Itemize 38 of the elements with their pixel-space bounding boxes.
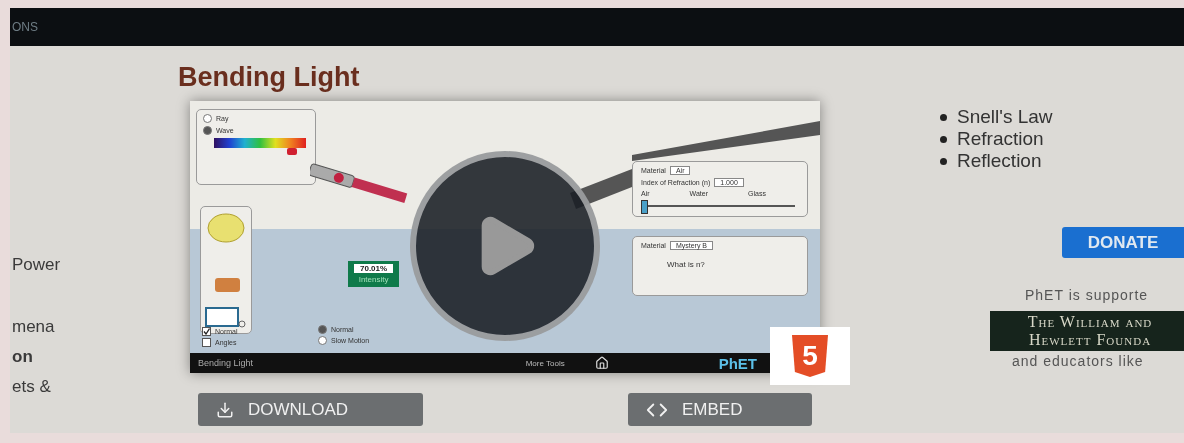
html5-shield: 5 bbox=[792, 335, 828, 377]
checkbox[interactable] bbox=[202, 338, 211, 347]
more-tools-label[interactable]: More Tools bbox=[525, 358, 565, 368]
sidebar-link[interactable]: ets & bbox=[12, 376, 51, 406]
radio-button[interactable] bbox=[318, 336, 327, 345]
sidebar-link[interactable]: mena bbox=[12, 316, 55, 346]
intensity-value: 70.01% bbox=[354, 264, 394, 273]
bullet-icon bbox=[940, 113, 947, 121]
slider-thumb[interactable] bbox=[287, 148, 298, 155]
home-icon[interactable] bbox=[594, 356, 609, 370]
protractor-icon bbox=[207, 213, 245, 243]
donate-button[interactable]: DONATE bbox=[1062, 227, 1184, 258]
sim-title: Bending Light bbox=[198, 358, 254, 368]
support-text: and educators like bbox=[1012, 353, 1145, 369]
sidebar-link[interactable]: Power bbox=[12, 254, 61, 316]
screen-icon bbox=[205, 307, 247, 329]
question-text: What is n? bbox=[667, 260, 706, 269]
download-icon bbox=[216, 400, 234, 419]
page-title: Bending Light bbox=[178, 62, 361, 93]
topic-item: Snell's Law bbox=[957, 106, 1053, 128]
bullet-icon bbox=[940, 135, 947, 143]
radio-button[interactable] bbox=[203, 126, 212, 135]
sidebar-link[interactable]: on bbox=[12, 346, 33, 376]
radio-button[interactable] bbox=[203, 114, 212, 123]
support-text: PhET is supporte bbox=[1025, 287, 1150, 303]
topic-item: Reflection bbox=[957, 150, 1042, 172]
download-button[interactable]: DOWNLOAD bbox=[198, 393, 423, 426]
logo: PhET bbox=[718, 354, 757, 372]
topic-item: Refraction bbox=[957, 128, 1044, 150]
checkbox[interactable] bbox=[202, 327, 211, 336]
slider-thumb[interactable] bbox=[641, 200, 648, 214]
intensity-label: Intensity bbox=[358, 275, 389, 284]
embed-button[interactable]: EMBED bbox=[628, 393, 812, 426]
nav-label[interactable]: ONS bbox=[12, 20, 38, 34]
sponsor-name: Hewlett Founda bbox=[1028, 331, 1152, 349]
bullet-icon bbox=[940, 157, 947, 165]
sponsor-name: The William and bbox=[1027, 313, 1153, 331]
radio-button[interactable] bbox=[318, 325, 327, 334]
